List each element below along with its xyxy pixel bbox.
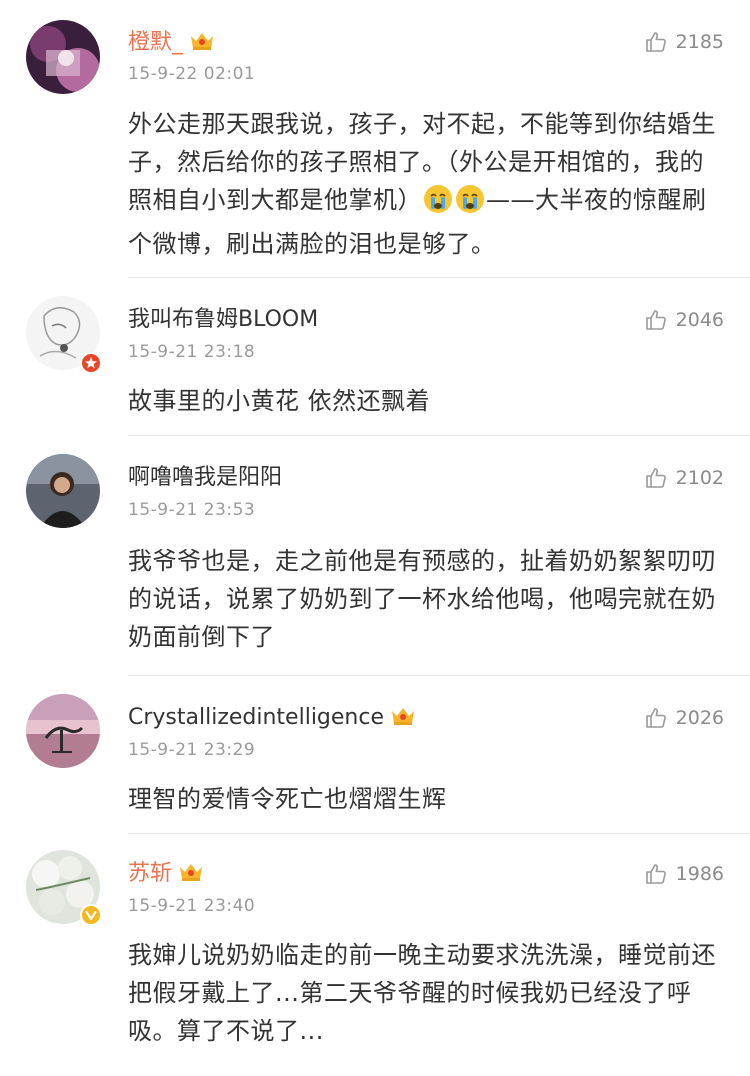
- avatar[interactable]: [26, 694, 100, 768]
- username[interactable]: 啊噜噜我是阳阳: [128, 464, 282, 492]
- like-count: 1986: [675, 863, 724, 885]
- timestamp: 15-9-22 02:01: [128, 64, 256, 84]
- comment-text: 我爷爷也是，走之前他是有预感的，扯着奶奶絮絮叨叨的说话，说累了奶奶到了一杯水给他…: [128, 547, 716, 651]
- comment-text: 外公走那天跟我说，孩子，对不起，不能等到你结婚生子，然后给你的孩子照相了。（外公…: [128, 110, 716, 258]
- like-button[interactable]: 2185: [644, 30, 724, 54]
- timestamp: 15-9-21 23:40: [128, 896, 256, 916]
- timestamp: 15-9-21 23:53: [128, 500, 256, 520]
- timestamp: 15-9-21 23:29: [128, 740, 256, 760]
- thumbs-up-icon: [645, 310, 666, 330]
- like-count: 2102: [675, 467, 724, 489]
- crown-icon: [189, 30, 215, 60]
- like-button[interactable]: 2026: [644, 706, 724, 730]
- like-count: 2026: [675, 707, 724, 729]
- crown-icon: [390, 705, 416, 735]
- comment-text: 我婶儿说奶奶临走的前一晚主动要求洗洗澡，睡觉前还把假牙戴上了...第二天爷爷醒的…: [128, 941, 716, 1045]
- thumbs-up-icon: [645, 708, 666, 728]
- username[interactable]: 橙默_: [128, 29, 215, 60]
- avatar[interactable]: [26, 20, 100, 94]
- comment-text: 故事里的小黄花 依然还飘着: [128, 387, 431, 415]
- crying-face-icon: [455, 184, 485, 225]
- comment-item[interactable]: 我叫布鲁姆BLOOM 15-9-21 23:18 2046 故事里的小黄花 依然…: [0, 278, 750, 436]
- crown-icon: [178, 861, 204, 891]
- thumbs-up-icon: [645, 468, 666, 488]
- username[interactable]: 苏斩: [128, 860, 204, 891]
- verified-badge-yellow-icon: [80, 904, 102, 926]
- like-button[interactable]: 2046: [644, 308, 724, 332]
- thumbs-up-icon: [645, 864, 666, 884]
- like-count: 2185: [675, 31, 724, 53]
- like-count: 2046: [675, 309, 724, 331]
- comment-list: 橙默_ 15-9-22 02:01 2185 外公走那天跟我说，孩子，对不起，不…: [0, 0, 750, 1076]
- avatar[interactable]: [26, 454, 100, 528]
- comment-text: 理智的爱情令死亡也熠熠生辉: [128, 785, 447, 813]
- crying-face-icon: [423, 184, 453, 225]
- comment-item[interactable]: 啊噜噜我是阳阳 15-9-21 23:53 2102 我爷爷也是，走之前他是有预…: [0, 436, 750, 676]
- timestamp: 15-9-21 23:18: [128, 342, 256, 362]
- comment-item[interactable]: 苏斩 15-9-21 23:40 1986 我婶儿说奶奶临走的前一晚主动要求洗洗…: [0, 834, 750, 1076]
- thumbs-up-icon: [645, 32, 666, 52]
- verified-badge-red-icon: [80, 352, 102, 374]
- like-button[interactable]: 1986: [644, 862, 724, 886]
- comment-item[interactable]: Crystallizedintelligence 15-9-21 23:29 2…: [0, 676, 750, 834]
- comment-item[interactable]: 橙默_ 15-9-22 02:01 2185 外公走那天跟我说，孩子，对不起，不…: [0, 0, 750, 278]
- username[interactable]: Crystallizedintelligence: [128, 704, 416, 735]
- username[interactable]: 我叫布鲁姆BLOOM: [128, 306, 318, 334]
- like-button[interactable]: 2102: [644, 466, 724, 490]
